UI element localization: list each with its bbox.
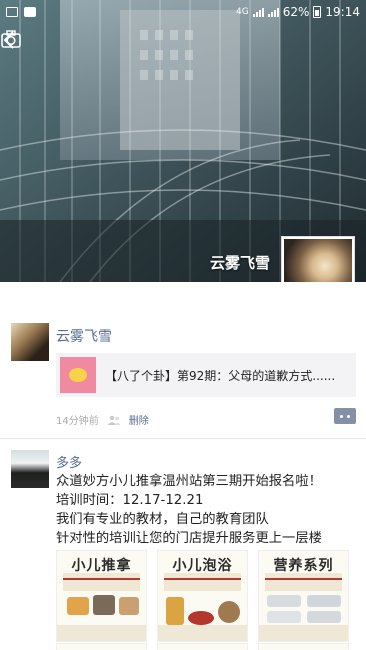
cover-user-name: 云雾飞雪 (209, 254, 270, 272)
privacy-people-icon (107, 415, 121, 425)
delete-link[interactable]: 删除 (129, 412, 149, 427)
top-bar (0, 28, 366, 62)
image-title: 小儿推拿 (71, 558, 132, 574)
shared-link-title: 【八了个卦】第92期：父母的道歉方式...... (105, 368, 336, 383)
clock: 19:14 (325, 5, 360, 19)
post-time: 14分钟前 (56, 416, 99, 427)
camera-icon[interactable] (0, 28, 22, 50)
post-image[interactable]: 小儿推拿 (56, 550, 147, 642)
post-image[interactable] (56, 643, 147, 650)
battery-percent: 62% (282, 5, 310, 19)
post-text-line: 我们有专业的教材，自己的教育团队 (56, 512, 269, 527)
post-image[interactable] (157, 643, 248, 650)
post-image[interactable]: 营养系列 (258, 550, 349, 642)
post-text: 众道妙方小儿推拿温州站第三期开始报名啦！ 培训时间：12.17-12.21 我们… (56, 472, 356, 548)
signal-icon (252, 7, 264, 17)
avatar[interactable] (11, 450, 49, 488)
image-title: 营养系列 (273, 558, 334, 574)
signal-2-icon (267, 7, 279, 17)
avatar[interactable] (11, 323, 49, 361)
moments-feed: 云雾飞雪 【八了个卦】第92期：父母的道歉方式...... 14分钟前 删除 多… (0, 282, 366, 650)
post-divider (0, 438, 366, 439)
shared-link-card[interactable]: 【八了个卦】第92期：父母的道歉方式...... (56, 353, 356, 397)
network-label: 4G (236, 7, 249, 17)
post-text-line: 众道妙方小儿推拿温州站第三期开始报名啦！ (56, 474, 322, 489)
image-title: 小儿泡浴 (172, 558, 233, 574)
battery-icon (313, 6, 322, 18)
post-text-line: 培训时间：12.17-12.21 (56, 493, 204, 508)
gallery-icon (6, 7, 18, 17)
post-meta: 14分钟前 删除 (56, 412, 149, 427)
shared-link-thumbnail (60, 357, 96, 393)
post-image[interactable] (258, 643, 349, 650)
post-author[interactable]: 云雾飞雪 (56, 326, 112, 346)
post-image[interactable]: 小儿泡浴 (157, 550, 248, 642)
comment-like-button[interactable] (334, 408, 356, 424)
post-author[interactable]: 多多 (56, 452, 82, 471)
post-image-grid: 小儿推拿 小儿泡浴 营养系列 (56, 550, 352, 650)
status-bar: 4G 62% 19:14 (0, 0, 366, 24)
message-icon (24, 7, 36, 17)
post-text-line: 针对性的培训让您的门店提升服务更上一层楼 (56, 531, 322, 546)
